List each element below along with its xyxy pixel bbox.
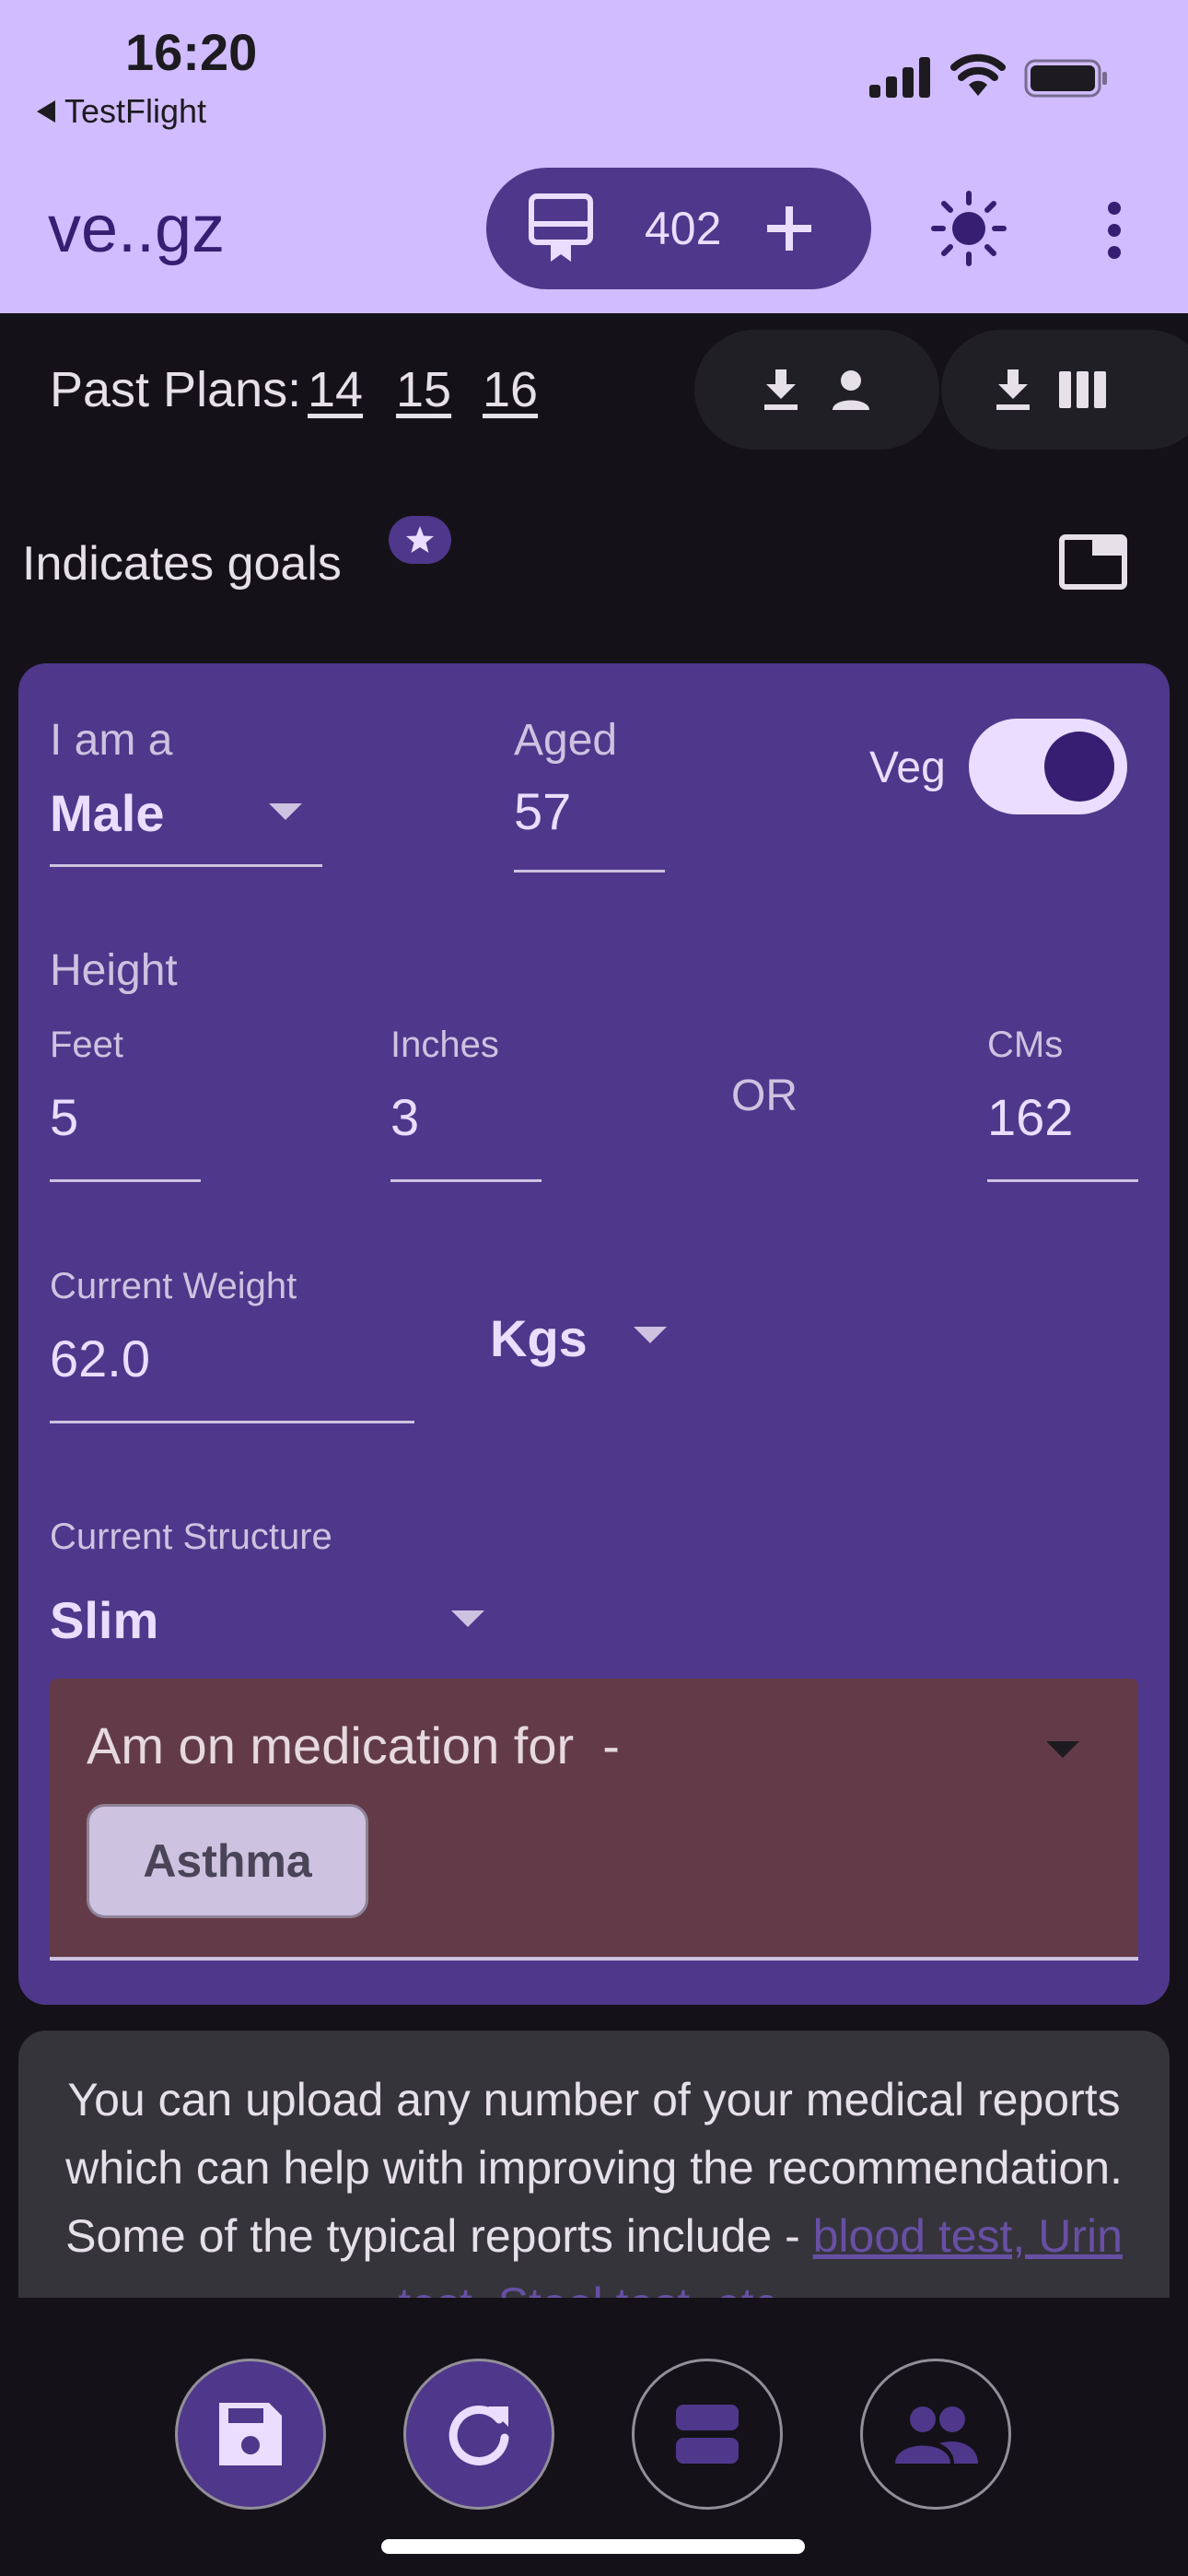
inches-label: Inches [390,1025,499,1065]
battery-icon [1024,59,1107,98]
goal-badge [389,516,451,564]
save-icon [219,2403,282,2465]
back-to-testflight[interactable]: TestFlight [37,92,206,131]
download-icon [764,369,798,410]
back-arrow-icon [37,100,55,123]
cms-label: CMs [987,1025,1064,1065]
weight-input[interactable]: 62.0 [50,1319,414,1424]
past-plan-link[interactable]: 16 [483,361,538,418]
plan-count: 402 [645,203,722,254]
gender-label: I am a [50,716,173,765]
height-title: Height [50,946,178,995]
age-value: 57 [514,782,572,840]
age-label: Aged [514,716,618,765]
weight-unit-value: Kgs [490,1309,588,1367]
feet-label: Feet [50,1025,124,1065]
inches-underline [390,1179,542,1182]
veg-label: Veg [869,744,946,792]
past-plan-link[interactable]: 14 [308,361,363,418]
inches-value: 3 [390,1088,420,1146]
refresh-button[interactable] [403,2359,554,2510]
plus-icon [767,206,812,251]
download-profile-button[interactable] [694,330,939,450]
feet-value: 5 [50,1088,79,1146]
cellular-signal-icon [869,57,930,98]
past-plan-link[interactable]: 15 [396,361,451,418]
home-indicator [381,2539,805,2554]
gender-underline [50,864,322,867]
feet-underline [50,1179,201,1182]
more-vert-icon[interactable] [1101,201,1127,260]
refresh-icon [448,2405,509,2465]
plan-count-button[interactable]: 402 [486,168,871,289]
medication-label: Am on medication for - [87,1716,620,1774]
person-icon [833,370,869,410]
cms-input[interactable]: 162 [987,1078,1138,1183]
back-app-label: TestFlight [64,92,207,130]
view-agenda-icon [676,2405,739,2464]
status-time: 16:20 [125,23,258,81]
structure-label: Current Structure [50,1516,332,1557]
weight-value: 62.0 [50,1329,150,1388]
past-plans-label: Past Plans: [50,362,302,417]
structure-dropdown[interactable]: Slim [50,1585,492,1668]
wifi-icon [950,53,1006,96]
gender-dropdown[interactable]: Male [50,779,322,868]
weight-underline [50,1421,414,1423]
dropdown-arrow-icon [269,803,302,820]
cms-underline [987,1179,1138,1182]
dropdown-arrow-icon [451,1610,484,1627]
save-button[interactable] [175,2359,326,2510]
toggle-knob [1044,732,1114,802]
cms-value: 162 [987,1088,1074,1146]
window-icon[interactable] [1059,534,1127,590]
download-icon [996,369,1030,410]
people-button[interactable] [860,2359,1011,2510]
or-separator: OR [731,1071,798,1120]
view-column-icon [1059,371,1106,408]
app-title: ve..gz [48,193,226,266]
brightness-icon[interactable] [930,190,1007,267]
veg-toggle[interactable] [969,719,1127,814]
people-icon [895,2406,978,2464]
gender-value: Male [50,784,165,842]
feet-input[interactable]: 5 [50,1078,201,1183]
card-membership-icon [529,193,593,262]
reports-info-card: You can upload any number of your medica… [18,2031,1170,2298]
goals-indicator-text: Indicates goals [22,537,342,591]
star-icon [406,526,434,553]
age-input[interactable]: 57 [514,778,665,873]
medication-chip[interactable]: Asthma [87,1804,368,1918]
dropdown-arrow-icon[interactable] [1046,1741,1079,1758]
dropdown-arrow-icon [634,1327,667,1343]
view-plans-button[interactable] [632,2359,783,2510]
weight-unit-dropdown[interactable]: Kgs [490,1306,678,1380]
inches-input[interactable]: 3 [390,1078,542,1183]
age-underline [514,870,665,872]
download-table-button[interactable] [941,330,1188,450]
weight-label: Current Weight [50,1266,297,1306]
medication-underline [50,1957,1138,1961]
structure-value: Slim [50,1591,159,1649]
